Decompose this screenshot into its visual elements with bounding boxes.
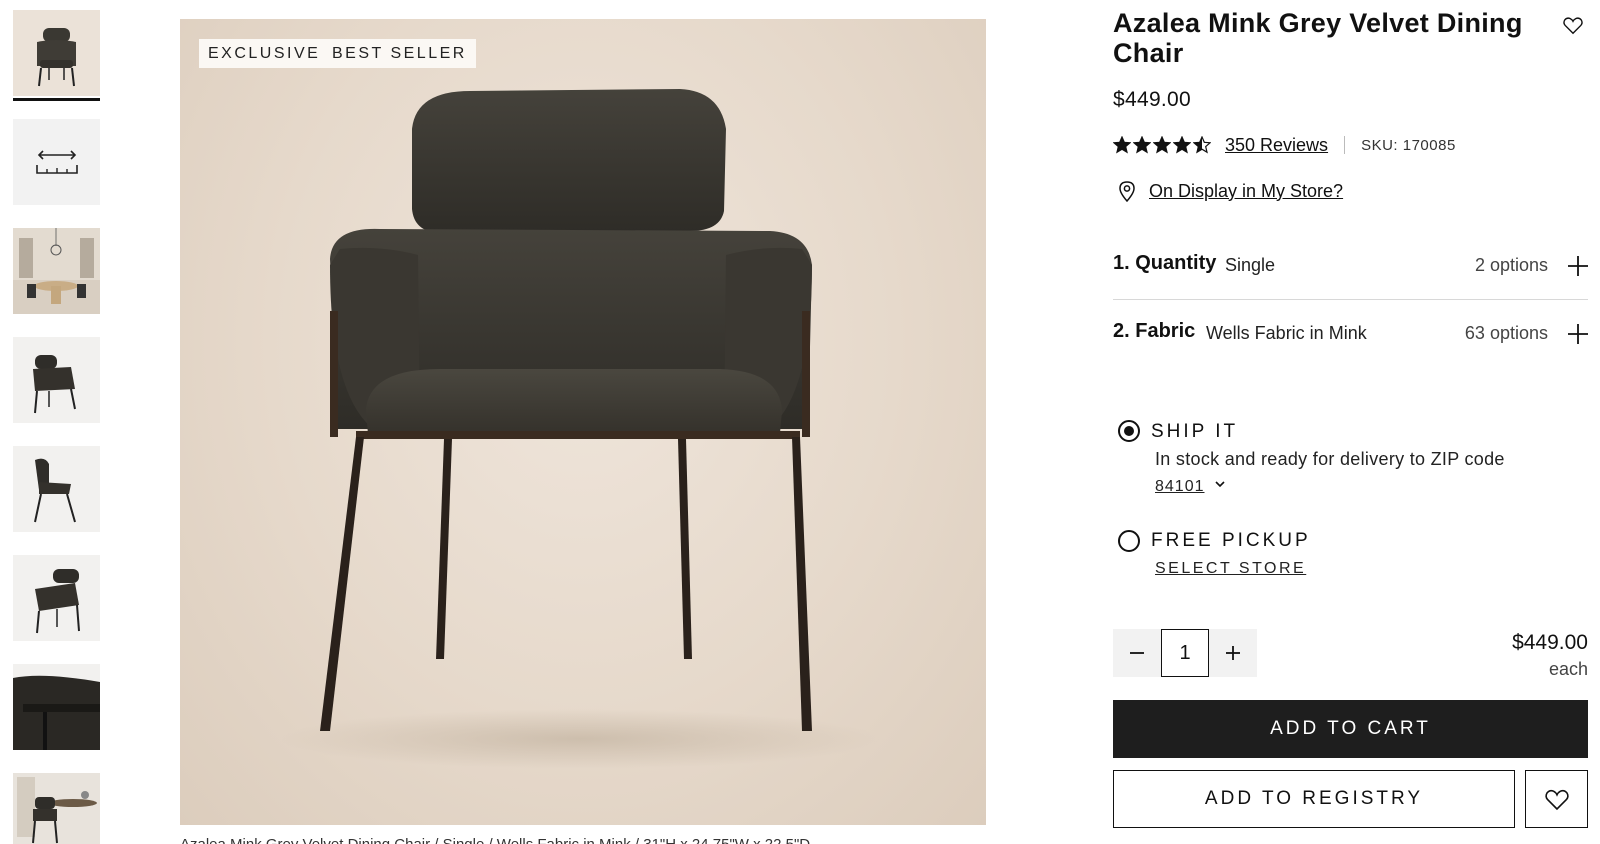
thumbnail-back-detail[interactable] xyxy=(13,664,100,750)
increase-quantity-button[interactable] xyxy=(1209,629,1257,677)
option-fabric[interactable]: 2. Fabric Wells Fabric in Mink 63 option… xyxy=(1113,312,1588,352)
store-display-row: On Display in My Store? xyxy=(1117,180,1343,202)
option-label: 1. Quantity xyxy=(1113,252,1217,274)
option-value: Wells Fabric in Mink xyxy=(1206,323,1367,343)
image-caption: Azalea Mink Grey Velvet Dining Chair / S… xyxy=(180,836,986,844)
favorite-heart-icon[interactable] xyxy=(1562,14,1584,36)
product-main-image[interactable]: EXCLUSIVE BEST SELLER xyxy=(180,19,986,825)
on-display-link[interactable]: On Display in My Store? xyxy=(1149,181,1343,202)
chair-illustration xyxy=(280,89,880,769)
plus-icon xyxy=(1226,646,1240,660)
chevron-down-icon[interactable] xyxy=(1213,477,1227,491)
thumbnail-dimensions[interactable] xyxy=(13,119,100,205)
option-count: 2 options xyxy=(1474,255,1548,275)
thumbnail-front-view[interactable] xyxy=(13,10,100,96)
wishlist-button[interactable] xyxy=(1525,770,1588,828)
divider xyxy=(1344,136,1346,154)
quantity-input[interactable] xyxy=(1161,629,1209,677)
reviews-link[interactable]: 350 Reviews xyxy=(1225,135,1328,156)
sku-label: SKU: 170085 xyxy=(1361,136,1456,154)
free-pickup-label[interactable]: FREE PICKUP xyxy=(1151,530,1311,552)
star-rating xyxy=(1113,136,1211,154)
rating-row: 350 Reviews SKU: 170085 xyxy=(1113,134,1588,156)
unit-each-label: each xyxy=(1548,659,1588,679)
option-quantity[interactable]: 1. Quantity Single 2 options xyxy=(1113,244,1588,284)
product-title: Azalea Mink Grey Velvet Dining Chair xyxy=(1113,8,1523,68)
expand-plus-icon[interactable] xyxy=(1568,324,1588,344)
expand-plus-icon[interactable] xyxy=(1568,256,1588,276)
location-pin-icon xyxy=(1119,181,1135,202)
option-value: Single xyxy=(1225,255,1276,275)
thumbnail-three-quarter-view[interactable] xyxy=(13,555,100,641)
add-to-cart-button[interactable]: ADD TO CART xyxy=(1113,700,1588,758)
ship-it-radio[interactable] xyxy=(1118,420,1140,442)
option-label: 2. Fabric xyxy=(1113,320,1196,342)
free-pickup-radio[interactable] xyxy=(1118,530,1140,552)
thumbnail-angle-view[interactable] xyxy=(13,337,100,423)
decrease-quantity-button[interactable] xyxy=(1113,629,1161,677)
thumbnail-room-scene[interactable] xyxy=(13,773,100,844)
ship-description: In stock and ready for delivery to ZIP c… xyxy=(1155,449,1505,469)
option-divider xyxy=(1113,299,1588,300)
product-price: $449.00 xyxy=(1113,88,1192,111)
quantity-stepper xyxy=(1113,629,1257,679)
minus-icon xyxy=(1130,652,1144,654)
thumbnail-active-indicator xyxy=(13,98,100,101)
dimensions-icon xyxy=(36,150,78,174)
unit-price: $449.00 xyxy=(1512,631,1588,654)
ship-it-label[interactable]: SHIP IT xyxy=(1151,421,1238,443)
star-icon-full xyxy=(1173,136,1191,154)
zip-code-link[interactable]: 84101 xyxy=(1155,478,1205,496)
thumbnail-side-view[interactable] xyxy=(13,446,100,532)
star-icon-full xyxy=(1133,136,1151,154)
heart-icon xyxy=(1544,789,1569,811)
select-store-link[interactable]: SELECT STORE xyxy=(1155,560,1306,578)
star-icon-full xyxy=(1153,136,1171,154)
option-count: 63 options xyxy=(1464,323,1548,343)
star-icon-full xyxy=(1113,136,1131,154)
badge-exclusive: EXCLUSIVE xyxy=(199,39,330,68)
thumbnail-dining-room-scene[interactable] xyxy=(13,228,100,314)
add-to-registry-button[interactable]: ADD TO REGISTRY xyxy=(1113,770,1515,828)
star-icon-half xyxy=(1193,136,1211,154)
badge-best-seller: BEST SELLER xyxy=(323,39,476,68)
